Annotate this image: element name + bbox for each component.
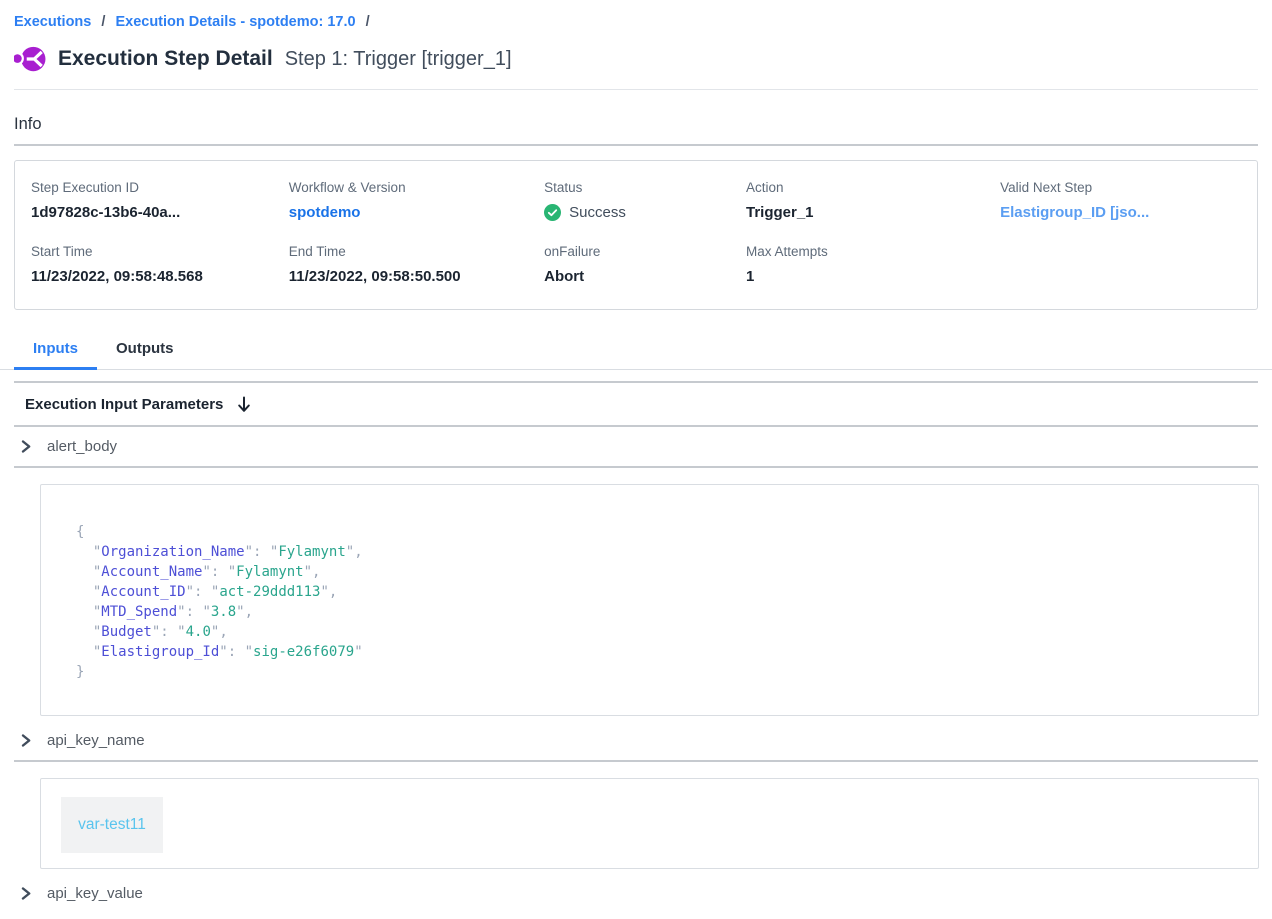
field-start-time: Start Time 11/23/2022, 09:58:48.568 <box>31 244 289 285</box>
field-max-attempts: Max Attempts 1 <box>746 244 1000 285</box>
chevron-right-icon[interactable] <box>20 886 32 901</box>
breadcrumb-trailing-separator: / <box>366 14 370 30</box>
json-code: {"Organization_Name": "Fylamynt","Accoun… <box>76 522 1238 682</box>
chevron-right-icon[interactable] <box>20 733 32 748</box>
api-key-name-value-box: var-test11 <box>40 778 1259 869</box>
section-name: api_key_value <box>47 885 143 902</box>
field-workflow-version: Workflow & Version spotdemo <box>289 180 544 221</box>
info-card: Step Execution ID 1d97828c-13b6-40a... W… <box>14 160 1258 310</box>
page-title: Execution Step Detail <box>58 47 273 71</box>
title-divider <box>14 89 1258 90</box>
breadcrumb-link-execution-details[interactable]: Execution Details - spotdemo: 17.0 <box>115 14 355 30</box>
breadcrumb: Executions / Execution Details - spotdem… <box>0 0 1272 30</box>
section-alert-body[interactable]: alert_body <box>0 427 1272 466</box>
fylamynt-logo-icon <box>14 44 46 74</box>
field-end-time: End Time 11/23/2022, 09:58:50.500 <box>289 244 544 285</box>
field-value: Abort <box>544 268 746 285</box>
field-step-execution-id: Step Execution ID 1d97828c-13b6-40a... <box>31 180 289 221</box>
field-value: Trigger_1 <box>746 204 1000 221</box>
section-api-key-value[interactable]: api_key_value <box>0 874 1272 913</box>
section-name: alert_body <box>47 438 117 455</box>
info-heading: Info <box>14 115 1258 134</box>
alert-body-divider <box>14 466 1258 468</box>
tab-inputs[interactable]: Inputs <box>14 333 97 370</box>
section-name: api_key_name <box>47 732 145 749</box>
success-check-icon <box>544 204 561 221</box>
field-value: 1 <box>746 268 1000 285</box>
field-value: 1d97828c-13b6-40a... <box>31 204 289 221</box>
tab-outputs[interactable]: Outputs <box>97 333 193 370</box>
api-key-name-chip: var-test11 <box>61 797 163 853</box>
tab-bar: Inputs Outputs <box>0 333 1272 370</box>
workflow-link[interactable]: spotdemo <box>289 204 544 221</box>
status-badge: Success <box>569 204 626 221</box>
page-subtitle: Step 1: Trigger [trigger_1] <box>285 48 512 71</box>
info-divider <box>14 144 1258 146</box>
page-header: Execution Step Detail Step 1: Trigger [t… <box>0 30 1272 74</box>
breadcrumb-separator: / <box>101 14 105 30</box>
valid-next-step-link[interactable]: Elastigroup_ID [jso... <box>1000 204 1247 221</box>
field-empty <box>1000 244 1247 285</box>
section-api-key-name[interactable]: api_key_name <box>0 721 1272 760</box>
field-valid-next-step: Valid Next Step Elastigroup_ID [jso... <box>1000 180 1247 221</box>
execution-input-parameters-title: Execution Input Parameters <box>25 396 223 413</box>
arrow-down-icon[interactable] <box>237 396 251 413</box>
field-label: Status <box>544 180 746 195</box>
field-value: 11/23/2022, 09:58:50.500 <box>289 268 544 285</box>
alert-body-code-block: {"Organization_Name": "Fylamynt","Accoun… <box>40 484 1259 716</box>
field-status: Status Success <box>544 180 746 221</box>
breadcrumb-link-executions[interactable]: Executions <box>14 14 91 30</box>
api-key-name-divider <box>14 760 1258 762</box>
field-label: Workflow & Version <box>289 180 544 195</box>
field-onfailure: onFailure Abort <box>544 244 746 285</box>
field-value: 11/23/2022, 09:58:48.568 <box>31 268 289 285</box>
field-label: Max Attempts <box>746 244 1000 259</box>
field-action: Action Trigger_1 <box>746 180 1000 221</box>
chevron-right-icon[interactable] <box>20 439 32 454</box>
field-label: Start Time <box>31 244 289 259</box>
field-label: Valid Next Step <box>1000 180 1247 195</box>
field-label: onFailure <box>544 244 746 259</box>
field-label: Action <box>746 180 1000 195</box>
field-label: End Time <box>289 244 544 259</box>
field-label: Step Execution ID <box>31 180 289 195</box>
execution-input-parameters-header: Execution Input Parameters <box>0 383 1272 425</box>
